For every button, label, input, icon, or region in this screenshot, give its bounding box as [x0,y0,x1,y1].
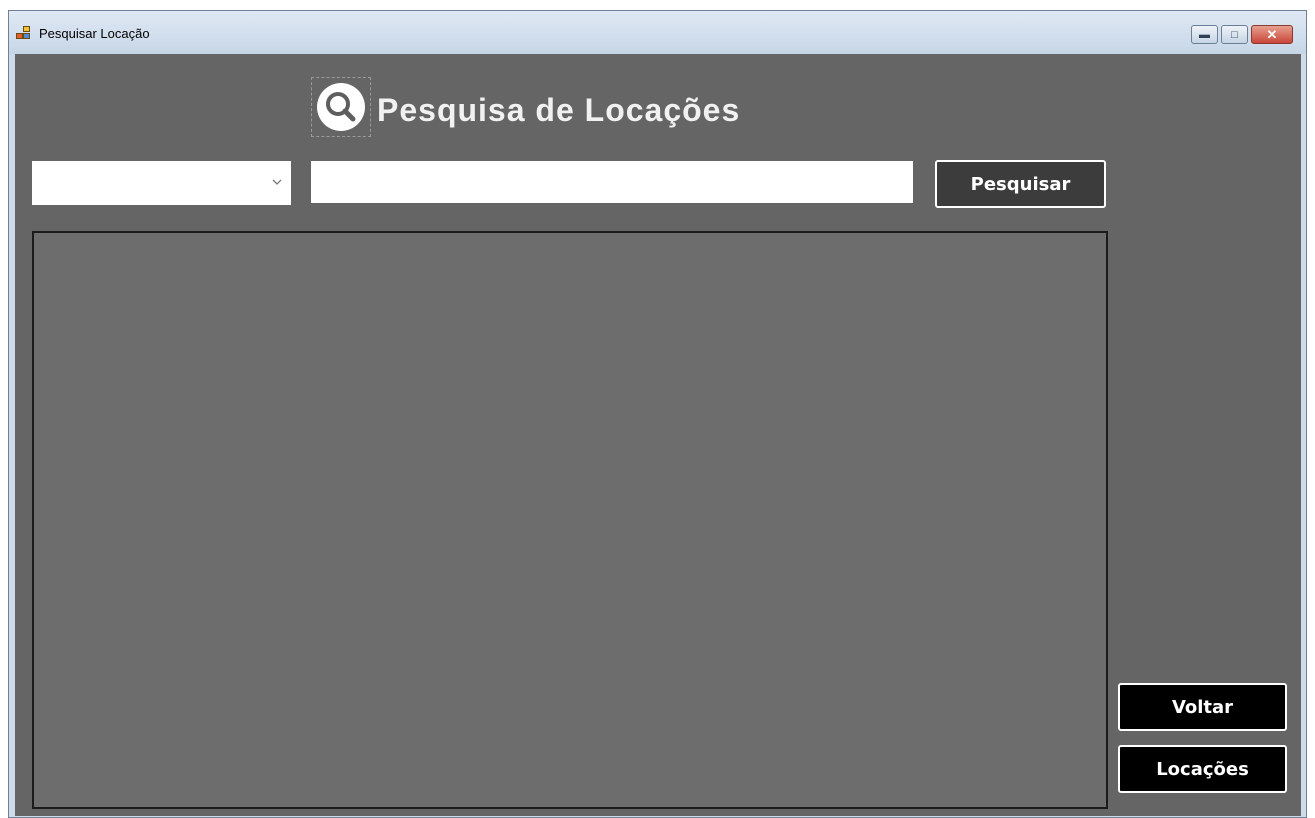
rentals-button[interactable]: Locações [1118,745,1287,793]
maximize-icon: □ [1231,28,1238,41]
filter-dropdown[interactable] [32,161,291,205]
page-title: Pesquisa de Locações [377,92,741,128]
logo-picture [311,77,371,137]
main-panel: Pesquisa de Locações Pesquisar Voltar Lo… [15,54,1301,816]
results-grid[interactable] [32,231,1108,809]
window-controls: ▬ □ ✕ [1191,25,1293,45]
app-icon [16,26,33,41]
search-input[interactable] [311,161,913,203]
maximize-button[interactable]: □ [1221,25,1248,44]
back-button[interactable]: Voltar [1118,683,1287,731]
title-bar[interactable]: Pesquisar Locação ▬ □ ✕ [9,11,1306,54]
search-icon [317,83,365,131]
close-button[interactable]: ✕ [1251,25,1293,44]
minimize-icon: ▬ [1199,28,1210,41]
chevron-down-icon [272,179,282,185]
minimize-button[interactable]: ▬ [1191,25,1218,44]
window-title: Pesquisar Locação [39,26,150,41]
search-button[interactable]: Pesquisar [935,160,1106,208]
close-icon: ✕ [1266,26,1278,42]
app-window: Pesquisar Locação ▬ □ ✕ Pesquisa de Loca… [8,10,1307,818]
